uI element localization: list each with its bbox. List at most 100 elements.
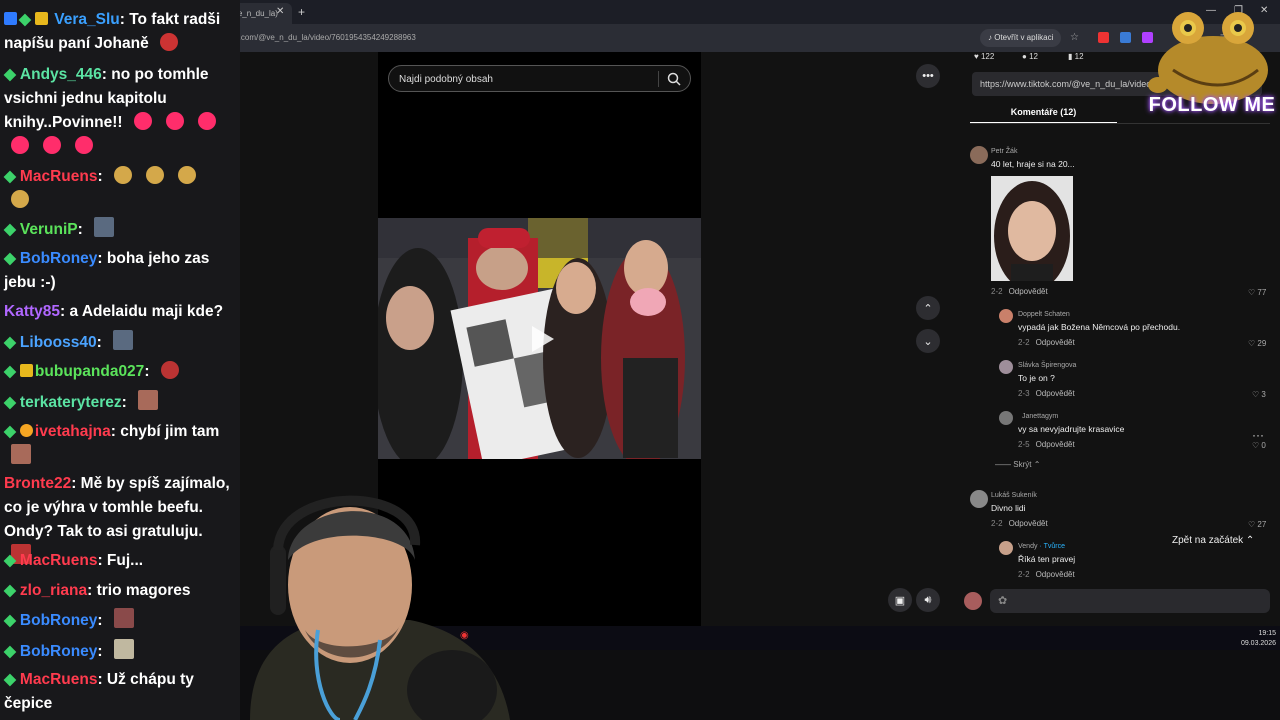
chat-message: ◆ Libooss40: [4, 330, 140, 355]
open-in-app-button[interactable]: ♪ Otevřít v aplikaci [980, 29, 1062, 47]
comment-text: vypadá jak Božena Němcová po přechodu. [1018, 322, 1181, 332]
comment-author[interactable]: Janettagym [1022, 413, 1058, 420]
comment-author[interactable]: Doppelt Schaten [1018, 311, 1070, 318]
comment-like[interactable]: ♡ 3 [1252, 390, 1266, 399]
chat-username[interactable]: bubupanda027 [35, 363, 144, 380]
heart-fire-emote-icon [197, 112, 216, 130]
emote-icon [94, 217, 115, 237]
chat-username[interactable]: MacRuens [20, 168, 98, 185]
avatar[interactable] [970, 146, 988, 164]
reply-button[interactable]: Odpovědět [1036, 389, 1075, 398]
like-count: 29 [1257, 339, 1267, 348]
gem-icon: ◆ [4, 334, 16, 351]
chat-message: ◆ VeruniP: [4, 217, 121, 242]
chat-username[interactable]: Libooss40 [20, 334, 97, 351]
reply-button[interactable]: Odpovědět [1036, 570, 1075, 579]
chat-username[interactable]: BobRoney [20, 643, 98, 660]
volume-icon[interactable]: 🔊︎ [916, 588, 940, 612]
reply-button[interactable]: Odpovědět [1036, 440, 1075, 449]
new-tab-icon[interactable]: + [298, 5, 305, 19]
avatar[interactable] [999, 411, 1013, 425]
comment-author-name: Vendy [1018, 543, 1038, 550]
extension-icon[interactable] [1098, 32, 1109, 43]
clock-time: 19:15 [1258, 630, 1276, 637]
search-placeholder: Najdi podobný obsah [399, 74, 493, 85]
address-bar: ← → ↻ ⚙ tiktok.com/@ve_n_du_la/video/760… [130, 24, 1280, 52]
avatar[interactable] [970, 490, 988, 508]
avatar[interactable] [999, 309, 1013, 323]
comment-like[interactable]: ♡ 29 [1248, 339, 1266, 348]
chat-username[interactable]: BobRoney [20, 612, 98, 629]
comment-meta: 2-2 Odpovědět [991, 519, 1048, 528]
comment-like[interactable]: ♡ 0 [1252, 441, 1266, 450]
comment-meta: 2-2 Odpovědět [991, 287, 1048, 296]
chat-username[interactable]: ivetahajna [35, 423, 111, 440]
gem-icon: ◆ [4, 221, 16, 238]
comment-like[interactable]: ♡ 77 [1248, 288, 1266, 297]
next-video-icon[interactable]: ⌄ [916, 329, 940, 353]
close-tab-icon[interactable]: ✕ [276, 6, 284, 17]
chat-username[interactable]: Katty85 [4, 303, 60, 320]
reply-button[interactable]: Odpovědět [1036, 338, 1075, 347]
miniplayer-icon[interactable]: ▣ [888, 588, 912, 612]
comments-count[interactable]: ● 12 [1022, 52, 1038, 61]
avatar[interactable] [999, 360, 1013, 374]
comment-author[interactable]: Lukáš Sukeník [991, 492, 1037, 499]
chat-username[interactable]: Andys_446 [20, 66, 102, 83]
heart-fire-emote-icon [43, 136, 61, 154]
comments-value: 12 [1029, 52, 1038, 61]
extension-icon[interactable] [1120, 32, 1131, 43]
comment-date: 2-2 [1018, 338, 1030, 347]
emote-icon [138, 390, 159, 410]
chat-username[interactable]: BobRoney [20, 250, 98, 267]
search-icon[interactable] [666, 71, 682, 87]
emote-icon [113, 639, 134, 659]
comment-author[interactable]: Petr Žák [991, 148, 1017, 155]
chat-username[interactable]: MacRuens [20, 671, 98, 688]
comment-image[interactable] [991, 176, 1073, 281]
comment-author[interactable]: Vendy · Tvůrce [1018, 543, 1065, 550]
comment-like[interactable]: ♡ 27 [1248, 520, 1266, 529]
chat-message: Katty85: a Adelaidu maji kde? [4, 300, 223, 324]
crown-icon [19, 364, 33, 377]
chat-username[interactable]: Vera_Slu [54, 11, 120, 28]
heart-fire-emote-icon [165, 112, 184, 130]
comment-input[interactable]: ✿ [990, 589, 1270, 613]
chat-username[interactable]: VeruniP [20, 221, 78, 238]
avatar[interactable] [999, 541, 1013, 555]
crown-icon [34, 12, 48, 25]
chat-username[interactable]: zlo_riana [20, 582, 87, 599]
emote-icon [160, 33, 179, 51]
heart-fire-emote-icon [75, 136, 93, 154]
video-frame[interactable] [378, 218, 701, 459]
clock-date: 09.03.2026 [1240, 640, 1276, 647]
hide-replies-button[interactable]: —— Skrýt ⌃ [995, 460, 1040, 469]
avatar [964, 592, 982, 610]
play-icon[interactable] [524, 322, 558, 356]
emoji-icon[interactable]: ✿ [998, 594, 1007, 607]
saves-count[interactable]: ▮ 12 [1068, 52, 1084, 61]
chat-message: ◆ bubupanda027: [4, 360, 186, 384]
chat-username[interactable]: MacRuens [20, 552, 98, 569]
tab-comments[interactable]: Komentáře (12) [970, 102, 1117, 124]
chat-message: ◆ BobRoney: [4, 639, 141, 664]
comment-author[interactable]: Slávka Špirengova [1018, 362, 1076, 369]
chat-message: ◆ MacRuens: Už chápu ty čepice [4, 668, 234, 716]
search-input[interactable]: Najdi podobný obsah [388, 65, 691, 92]
comment-text: 40 let, hraje si na 20... [991, 159, 1075, 169]
bookmark-star-icon[interactable]: ☆ [1070, 32, 1079, 43]
url-field[interactable]: tiktok.com/@ve_n_du_la/video/76019543542… [220, 33, 416, 42]
more-options-icon[interactable]: ··· [1252, 428, 1264, 442]
reply-button[interactable]: Odpovědět [1009, 287, 1048, 296]
emote-icon [113, 608, 134, 628]
divider [658, 71, 659, 87]
emote-icon [113, 166, 132, 184]
likes-count[interactable]: ♥ 122 [974, 52, 994, 61]
chat-username[interactable]: Bronte22 [4, 475, 71, 492]
previous-video-icon[interactable]: ⌃ [916, 296, 940, 320]
badge-icon [19, 424, 33, 437]
reply-button[interactable]: Odpovědět [1009, 519, 1048, 528]
chat-username[interactable]: terkateryterez [20, 394, 122, 411]
more-options-icon[interactable]: ••• [916, 64, 940, 88]
back-to-top-button[interactable]: Zpět na začátek ⌃ [1172, 535, 1254, 546]
